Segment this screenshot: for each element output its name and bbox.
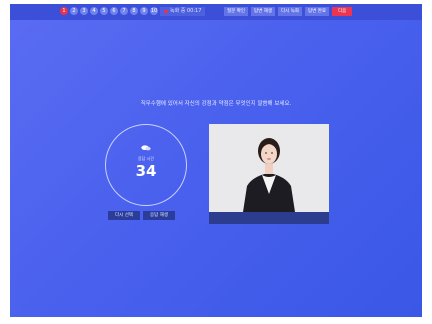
interviewer-video xyxy=(209,124,329,212)
play-answer-button[interactable]: 답변 재생 xyxy=(251,7,275,16)
reselect-button[interactable]: 다시 선택 xyxy=(108,211,140,220)
question-number-list: 1 2 3 4 5 6 7 8 9 10 xyxy=(60,7,158,15)
countdown-value: 34 xyxy=(135,162,157,180)
question-number[interactable]: 10 xyxy=(150,7,158,15)
timer-text: 녹화 중 00:17 xyxy=(170,8,202,14)
question-number[interactable]: 6 xyxy=(110,7,118,15)
next-button[interactable]: 다음 xyxy=(332,7,353,16)
recording-indicator-icon xyxy=(164,10,168,13)
top-bar: 1 2 3 4 5 6 7 8 9 10 녹화 중 00:17 질문 확인 답변… xyxy=(10,4,422,20)
question-number[interactable]: 9 xyxy=(140,7,148,15)
question-number[interactable]: 5 xyxy=(100,7,108,15)
chat-bubble-icon xyxy=(141,145,151,151)
complete-answer-button[interactable]: 답변 완료 xyxy=(305,7,329,16)
interview-screen: 1 2 3 4 5 6 7 8 9 10 녹화 중 00:17 질문 확인 답변… xyxy=(10,4,422,317)
question-prompt: 직무수행에 있어서 자신의 강점과 약점은 무엇인지 말씀해 보세요. xyxy=(140,101,292,107)
countdown-circle: 응답 시간 34 xyxy=(105,124,187,206)
question-number[interactable]: 4 xyxy=(90,7,98,15)
question-number[interactable]: 8 xyxy=(130,7,138,15)
interviewer-image xyxy=(209,124,329,212)
question-number[interactable]: 1 xyxy=(60,7,68,15)
toolbar-buttons: 질문 확인 답변 재생 다시 녹화 답변 완료 다음 xyxy=(224,7,353,16)
check-question-button[interactable]: 질문 확인 xyxy=(224,7,248,16)
action-buttons: 다시 선택 응답 재생 xyxy=(108,211,175,220)
question-number[interactable]: 2 xyxy=(70,7,78,15)
replay-button[interactable]: 응답 재생 xyxy=(143,211,175,220)
rerecord-button[interactable]: 다시 녹화 xyxy=(278,7,302,16)
recording-timer: 녹화 중 00:17 xyxy=(160,7,206,16)
question-number[interactable]: 3 xyxy=(80,7,88,15)
question-number[interactable]: 7 xyxy=(120,7,128,15)
video-panel xyxy=(209,124,329,224)
